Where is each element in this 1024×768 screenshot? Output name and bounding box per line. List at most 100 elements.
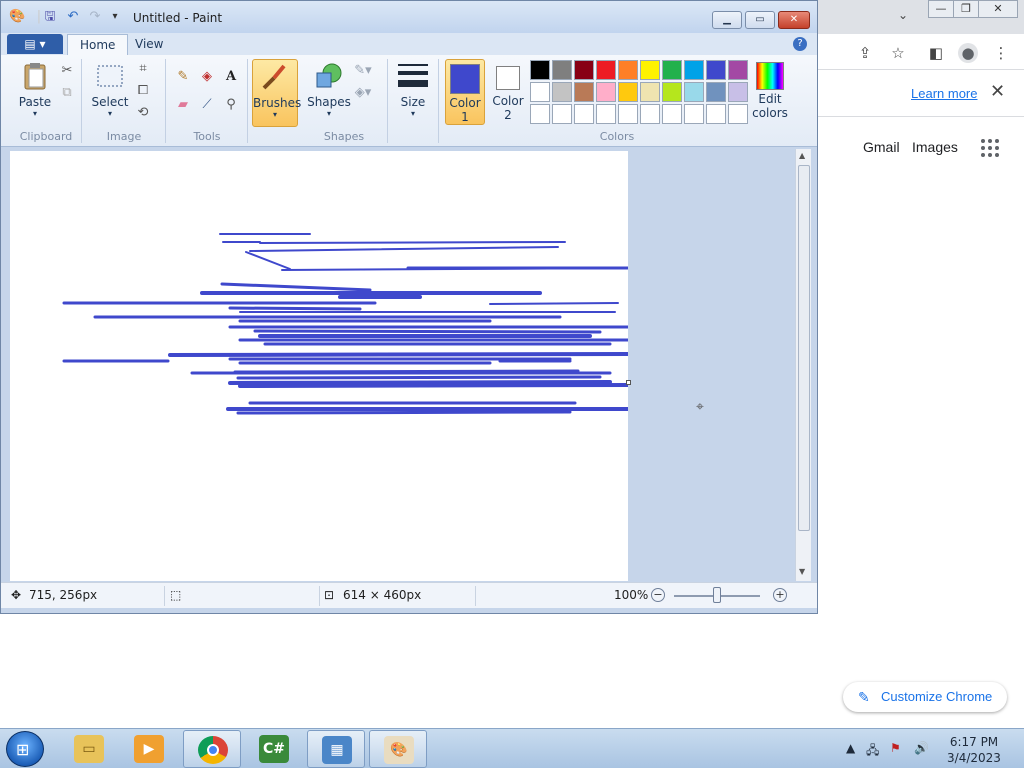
undo-icon[interactable]: ↶: [65, 9, 81, 25]
learn-more-link[interactable]: Learn more: [911, 86, 977, 101]
palette-swatch[interactable]: [640, 82, 660, 102]
magnifier-icon[interactable]: ⚲: [221, 95, 241, 115]
palette-swatch[interactable]: [728, 104, 748, 124]
palette-swatch[interactable]: [574, 60, 594, 80]
text-tool-icon[interactable]: A: [221, 67, 241, 87]
chrome-minimize-button[interactable]: —: [928, 0, 954, 18]
brush-stroke: [238, 383, 630, 388]
palette-swatch[interactable]: [706, 82, 726, 102]
minimize-button[interactable]: ▁: [712, 11, 742, 29]
resize-icon[interactable]: ⧠: [133, 81, 153, 101]
select-button[interactable]: Select ▾: [89, 59, 131, 125]
share-icon[interactable]: ⇪: [855, 43, 875, 63]
palette-swatch[interactable]: [552, 60, 572, 80]
close-button[interactable]: ✕: [778, 11, 810, 29]
file-menu-button[interactable]: ▤ ▾: [7, 34, 63, 54]
scrollbar-thumb[interactable]: [798, 165, 810, 531]
side-panel-icon[interactable]: ◧: [926, 43, 946, 63]
palette-swatch[interactable]: [552, 104, 572, 124]
palette-swatch[interactable]: [552, 82, 572, 102]
palette-swatch[interactable]: [706, 60, 726, 80]
palette-swatch[interactable]: [728, 82, 748, 102]
palette-swatch[interactable]: [706, 104, 726, 124]
chrome-close-button[interactable]: ✕: [978, 0, 1018, 18]
taskbar-csharp[interactable]: C#: [245, 730, 303, 768]
zoom-in-icon[interactable]: +: [773, 588, 787, 602]
google-apps-icon[interactable]: [981, 139, 999, 157]
palette-swatch[interactable]: [596, 60, 616, 80]
cut-icon[interactable]: ✂: [57, 61, 77, 81]
redo-icon[interactable]: ↷: [87, 9, 103, 25]
paste-button[interactable]: Paste ▾: [13, 59, 57, 125]
palette-swatch[interactable]: [618, 82, 638, 102]
volume-icon[interactable]: 🔊: [914, 741, 929, 755]
palette-swatch[interactable]: [662, 60, 682, 80]
infobar-close-icon[interactable]: ✕: [990, 81, 1005, 102]
palette-swatch[interactable]: [530, 104, 550, 124]
zoom-slider-thumb[interactable]: [713, 587, 721, 603]
brushes-button[interactable]: Brushes ▾: [252, 59, 301, 127]
eraser-tool-icon[interactable]: ▰: [173, 95, 193, 115]
crop-icon[interactable]: ⌗: [133, 59, 153, 79]
drawing-canvas[interactable]: [10, 151, 630, 581]
fill-icon[interactable]: ◈▾: [353, 83, 373, 103]
palette-swatch[interactable]: [684, 60, 704, 80]
action-center-icon[interactable]: ⚑: [890, 741, 901, 755]
taskbar-media-player[interactable]: ▶: [120, 730, 178, 768]
chrome-restore-button[interactable]: ❐: [953, 0, 979, 18]
images-link[interactable]: Images: [912, 139, 958, 155]
scroll-up-icon[interactable]: ▲: [799, 151, 805, 160]
palette-swatch[interactable]: [640, 60, 660, 80]
profile-avatar-icon[interactable]: ●: [958, 43, 978, 63]
color2-button[interactable]: Color 2: [489, 59, 527, 125]
cursor-position-icon: ✥: [11, 588, 22, 602]
tab-view[interactable]: View: [123, 34, 175, 55]
color1-button[interactable]: Color 1: [445, 59, 485, 125]
chrome-tab-search-icon[interactable]: ⌄: [898, 8, 908, 22]
palette-swatch[interactable]: [684, 82, 704, 102]
chrome-menu-icon[interactable]: ⋮: [991, 43, 1011, 63]
palette-swatch[interactable]: [618, 60, 638, 80]
palette-swatch[interactable]: [530, 82, 550, 102]
palette-swatch[interactable]: [596, 82, 616, 102]
bookmark-star-icon[interactable]: ☆: [888, 43, 908, 63]
palette-swatch[interactable]: [640, 104, 660, 124]
vertical-scrollbar[interactable]: ▲ ▼: [795, 149, 811, 581]
customize-chrome-button[interactable]: ✎ Customize Chrome: [843, 682, 1007, 712]
palette-swatch[interactable]: [596, 104, 616, 124]
palette-swatch[interactable]: [662, 104, 682, 124]
outline-icon[interactable]: ✎▾: [353, 61, 373, 81]
rotate-icon[interactable]: ⟲: [133, 103, 153, 123]
gmail-link[interactable]: Gmail: [863, 139, 900, 155]
palette-swatch[interactable]: [574, 104, 594, 124]
palette-swatch[interactable]: [728, 60, 748, 80]
maximize-button[interactable]: ▭: [745, 11, 775, 29]
size-button[interactable]: Size ▾: [394, 59, 432, 125]
copy-icon[interactable]: ⧉: [57, 83, 77, 103]
pencil-tool-icon[interactable]: ✎: [173, 67, 193, 87]
color-picker-icon[interactable]: ⟋: [197, 95, 217, 115]
edit-colors-button[interactable]: Edit colors: [751, 59, 789, 125]
system-clock[interactable]: 6:17 PM 3/4/2023: [946, 734, 1002, 766]
show-hidden-icons[interactable]: ▲: [846, 741, 855, 755]
network-icon[interactable]: 🖧: [866, 741, 879, 762]
qat-customize-icon[interactable]: ▾: [107, 9, 123, 25]
palette-swatch[interactable]: [684, 104, 704, 124]
shapes-button[interactable]: Shapes ▾: [306, 59, 352, 125]
taskbar-control-panel[interactable]: ▦: [307, 730, 365, 768]
zoom-out-icon[interactable]: −: [651, 588, 665, 602]
palette-swatch[interactable]: [574, 82, 594, 102]
tab-home[interactable]: Home: [67, 34, 129, 55]
scroll-down-icon[interactable]: ▼: [799, 567, 805, 576]
start-button[interactable]: ⊞: [6, 731, 44, 767]
palette-swatch[interactable]: [662, 82, 682, 102]
fill-tool-icon[interactable]: ◈: [197, 67, 217, 87]
canvas-resize-handle[interactable]: [626, 380, 631, 385]
taskbar-explorer[interactable]: ▭: [60, 730, 118, 768]
save-icon[interactable]: 🖫: [42, 9, 58, 25]
taskbar-chrome[interactable]: [183, 730, 241, 768]
taskbar-paint[interactable]: 🎨: [369, 730, 427, 768]
help-icon[interactable]: ?: [793, 37, 807, 51]
palette-swatch[interactable]: [618, 104, 638, 124]
palette-swatch[interactable]: [530, 60, 550, 80]
